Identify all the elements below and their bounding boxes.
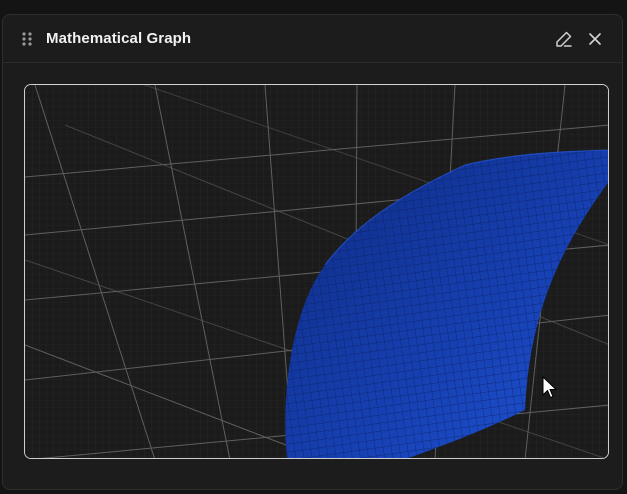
drag-handle-icon[interactable]: [21, 31, 33, 47]
graph-panel: Mathematical Graph: [2, 14, 623, 490]
close-icon: [589, 33, 601, 45]
panel-title: Mathematical Graph: [46, 30, 192, 47]
panel-header: Mathematical Graph: [3, 15, 622, 63]
close-button[interactable]: [583, 27, 607, 51]
3d-plot[interactable]: [25, 85, 609, 459]
pencil-icon: [556, 31, 572, 47]
edit-button[interactable]: [552, 27, 576, 51]
graph-canvas[interactable]: [24, 84, 609, 459]
